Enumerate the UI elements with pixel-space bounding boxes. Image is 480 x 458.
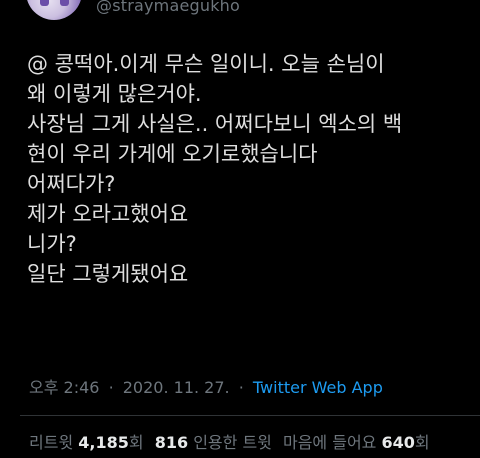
retweets-label: 리트윗	[29, 433, 74, 452]
divider	[20, 415, 480, 416]
tweet-line: 어쩌다가?	[27, 172, 116, 196]
user-handle[interactable]: @straymaegukho	[96, 0, 240, 15]
avatar[interactable]	[26, 0, 82, 20]
tweet-source-link[interactable]: Twitter Web App	[253, 378, 383, 397]
tweet-line: 사장님 그게 사실은.. 어쩌다보니 엑소의 백	[27, 112, 403, 136]
tweet-line: 일단 그렇게됐어요	[27, 262, 189, 286]
retweets-stat[interactable]: 리트윗 4,185회	[29, 433, 144, 452]
meta-separator: ·	[108, 378, 114, 397]
tweet-header: @straymaegukho	[0, 0, 480, 30]
tweet-text: @ 콩떡아.이게 무슨 일이니. 오늘 손님이 왜 이렇게 많은거야. 사장님 …	[27, 49, 467, 289]
tweet-line: 현이 우리 가게에 오기로했습니다	[27, 142, 318, 166]
avatar-detail	[40, 0, 49, 6]
meta-separator: ·	[238, 378, 244, 397]
tweet-stats: 리트윗 4,185회 816 인용한 트윗 마음에 들어요 640회	[29, 429, 430, 453]
tweet-time[interactable]: 오후 2:46	[29, 378, 99, 397]
retweets-count: 4,185	[78, 433, 129, 452]
tweet-line: 니가?	[27, 232, 77, 256]
tweet-line: 제가 오라고했어요	[27, 202, 189, 226]
quotes-count: 816	[154, 433, 189, 452]
tweet-meta: 오후 2:46 · 2020. 11. 27. · Twitter Web Ap…	[29, 374, 383, 398]
quotes-stat[interactable]: 816 인용한 트윗	[155, 433, 272, 452]
likes-suffix: 회	[414, 433, 430, 452]
tweet-line: @ 콩떡아.이게 무슨 일이니. 오늘 손님이	[27, 52, 385, 76]
tweet-line: 왜 이렇게 많은거야.	[27, 82, 202, 106]
likes-stat[interactable]: 마음에 들어요 640회	[283, 433, 430, 452]
tweet-date[interactable]: 2020. 11. 27.	[123, 378, 230, 397]
likes-count: 640	[381, 433, 415, 452]
avatar-detail	[60, 0, 69, 6]
likes-label: 마음에 들어요	[282, 433, 377, 452]
retweets-suffix: 회	[128, 433, 144, 452]
quotes-label: 인용한 트윗	[193, 433, 272, 452]
